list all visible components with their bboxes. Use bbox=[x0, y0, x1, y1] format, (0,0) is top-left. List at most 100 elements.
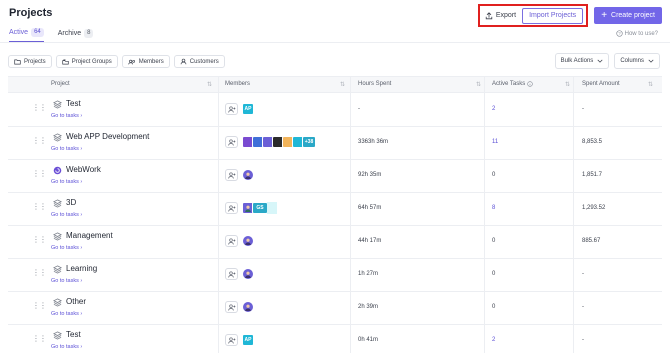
sort-icon[interactable]: ⇅ bbox=[565, 81, 570, 88]
top-actions: Export Import Projects + Create project bbox=[477, 4, 662, 27]
active-tasks-count[interactable]: 11 bbox=[492, 139, 498, 145]
column-header-members[interactable]: Members bbox=[225, 81, 250, 87]
hours-spent: 0h 41m bbox=[358, 337, 379, 343]
column-header-hours[interactable]: Hours Spent bbox=[358, 81, 391, 87]
spent-amount: 1,293.52 bbox=[582, 205, 606, 211]
hours-spent: 44h 17m bbox=[358, 238, 382, 244]
add-member-button[interactable] bbox=[225, 169, 238, 181]
table-row[interactable]: ⋮⋮ Test Go to tasks › AP - 2 - bbox=[8, 94, 662, 127]
sort-icon[interactable]: ⇅ bbox=[648, 81, 653, 88]
go-to-tasks-link[interactable]: Go to tasks › bbox=[51, 212, 82, 218]
avatar[interactable] bbox=[242, 301, 254, 313]
add-member-button[interactable] bbox=[225, 103, 238, 115]
avatar-more-count[interactable]: +38 bbox=[302, 136, 316, 148]
drag-handle-icon[interactable]: ⋮⋮ bbox=[32, 302, 47, 313]
project-name[interactable]: Test bbox=[66, 99, 81, 108]
table-row[interactable]: ⋮⋮ Other Go to tasks › 2h 39m 0 - bbox=[8, 292, 662, 325]
add-member-button[interactable] bbox=[225, 136, 238, 148]
member-avatars: AP bbox=[242, 334, 254, 346]
go-to-tasks-link[interactable]: Go to tasks › bbox=[51, 179, 82, 185]
column-header-tasks[interactable]: Active Tasks bbox=[492, 81, 533, 87]
user-photo-icon bbox=[245, 172, 251, 179]
add-member-button[interactable] bbox=[225, 334, 238, 346]
add-user-icon bbox=[227, 172, 235, 179]
avatar[interactable]: AP bbox=[242, 334, 254, 346]
table-row[interactable]: ⋮⋮ Learning Go to tasks › 1h 27m 0 - bbox=[8, 259, 662, 292]
column-header-project[interactable]: Project bbox=[51, 81, 70, 87]
avatar[interactable]: GS bbox=[252, 202, 268, 214]
drag-handle-icon[interactable]: ⋮⋮ bbox=[32, 104, 47, 115]
drag-handle-icon[interactable]: ⋮⋮ bbox=[32, 236, 47, 247]
project-name[interactable]: Test bbox=[66, 330, 81, 339]
drag-handle-icon[interactable]: ⋮⋮ bbox=[32, 335, 47, 346]
columns-dropdown[interactable]: Columns bbox=[614, 53, 660, 69]
user-photo-icon bbox=[245, 238, 251, 245]
sort-icon[interactable]: ⇅ bbox=[476, 81, 481, 88]
table-row[interactable]: ⋮⋮ Management Go to tasks › 44h 17m 0 885.67 bbox=[8, 226, 662, 259]
project-name[interactable]: WebWork bbox=[66, 165, 101, 174]
add-user-icon bbox=[227, 139, 235, 146]
column-spent-label: Spent Amount bbox=[582, 81, 620, 87]
sort-icon[interactable]: ⇅ bbox=[207, 81, 212, 88]
drag-handle-icon[interactable]: ⋮⋮ bbox=[32, 269, 47, 280]
create-project-button[interactable]: + Create project bbox=[594, 7, 662, 24]
active-tasks-count[interactable]: 0 bbox=[492, 304, 495, 310]
active-tasks-count[interactable]: 2 bbox=[492, 106, 495, 112]
active-tasks-count[interactable]: 2 bbox=[492, 337, 495, 343]
sort-icon[interactable]: ⇅ bbox=[340, 81, 345, 88]
avatar[interactable]: AP bbox=[242, 103, 254, 115]
import-projects-button[interactable]: Import Projects bbox=[522, 7, 584, 24]
filter-projects[interactable]: Projects bbox=[8, 55, 52, 68]
project-name[interactable]: Learning bbox=[66, 264, 97, 273]
add-member-button[interactable] bbox=[225, 268, 238, 280]
avatar[interactable] bbox=[242, 268, 254, 280]
filter-project-groups[interactable]: Project Groups bbox=[55, 55, 118, 68]
active-tasks-count[interactable]: 8 bbox=[492, 205, 495, 211]
tab-active-label: Active bbox=[9, 29, 29, 36]
member-avatars: GS bbox=[242, 202, 277, 214]
avatar[interactable] bbox=[242, 169, 254, 181]
go-to-tasks-link[interactable]: Go to tasks › bbox=[51, 245, 82, 251]
avatar[interactable] bbox=[242, 235, 254, 247]
tab-archive-count: 8 bbox=[84, 28, 94, 38]
how-to-use-link[interactable]: ? How to use? bbox=[615, 30, 658, 37]
webwork-logo-icon bbox=[53, 166, 62, 175]
add-member-button[interactable] bbox=[225, 202, 238, 214]
create-project-label: Create project bbox=[611, 12, 655, 19]
project-name[interactable]: 3D bbox=[66, 198, 76, 207]
tab-archive[interactable]: Archive 8 bbox=[58, 28, 94, 42]
add-member-button[interactable] bbox=[225, 235, 238, 247]
active-tasks-count[interactable]: 0 bbox=[492, 238, 495, 244]
tab-active-count: 64 bbox=[31, 28, 44, 37]
go-to-tasks-link[interactable]: Go to tasks › bbox=[51, 311, 82, 317]
table-row[interactable]: ⋮⋮ WebWork Go to tasks › 92h 35m 0 1,851.7 bbox=[8, 160, 662, 193]
table-row[interactable]: ⋮⋮ Web APP Development Go to tasks › +38 336… bbox=[8, 127, 662, 160]
add-member-button[interactable] bbox=[225, 301, 238, 313]
filter-customers[interactable]: Customers bbox=[173, 55, 225, 68]
folder-icon bbox=[14, 59, 21, 64]
project-name[interactable]: Management bbox=[66, 231, 113, 240]
filter-members[interactable]: Members bbox=[121, 55, 170, 68]
go-to-tasks-label: Go to tasks bbox=[51, 212, 79, 218]
drag-handle-icon[interactable]: ⋮⋮ bbox=[32, 137, 47, 148]
project-name[interactable]: Other bbox=[66, 297, 86, 306]
go-to-tasks-link[interactable]: Go to tasks › bbox=[51, 113, 82, 119]
tab-active[interactable]: Active 64 bbox=[9, 28, 44, 42]
active-tasks-count[interactable]: 0 bbox=[492, 172, 495, 178]
table-row[interactable]: ⋮⋮ 3D Go to tasks › GS 64h 57m 8 1,293.52 bbox=[8, 193, 662, 226]
export-button[interactable]: Export bbox=[485, 8, 516, 24]
chevron-right-icon: › bbox=[80, 344, 83, 350]
stack-icon bbox=[53, 331, 62, 340]
go-to-tasks-link[interactable]: Go to tasks › bbox=[51, 146, 82, 152]
column-header-spent[interactable]: Spent Amount bbox=[582, 81, 620, 87]
bulk-actions-dropdown[interactable]: Bulk Actions bbox=[554, 53, 610, 69]
column-members-label: Members bbox=[225, 81, 251, 87]
table-row[interactable]: ⋮⋮ Test Go to tasks › AP 0h 41m 2 - bbox=[8, 325, 662, 353]
drag-handle-icon[interactable]: ⋮⋮ bbox=[32, 203, 47, 214]
go-to-tasks-link[interactable]: Go to tasks › bbox=[51, 278, 82, 284]
filter-customers-label: Customers bbox=[189, 58, 219, 65]
active-tasks-count[interactable]: 0 bbox=[492, 271, 495, 277]
go-to-tasks-link[interactable]: Go to tasks › bbox=[51, 344, 82, 350]
project-name[interactable]: Web APP Development bbox=[66, 132, 149, 141]
drag-handle-icon[interactable]: ⋮⋮ bbox=[32, 170, 47, 181]
